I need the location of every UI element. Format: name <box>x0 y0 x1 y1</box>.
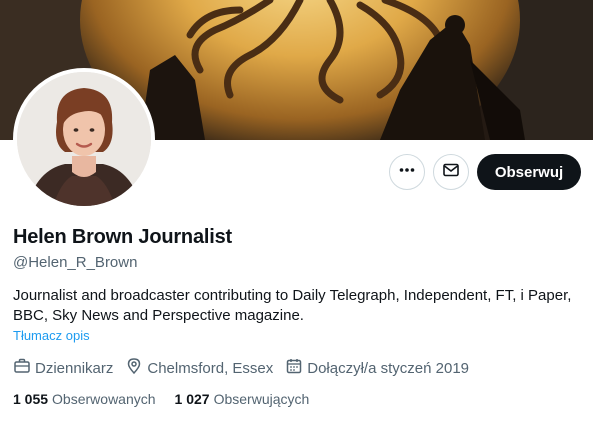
profile-stats: 1 055 Obserwowanych 1 027 Obserwujących <box>13 391 328 407</box>
profession-item: Dziennikarz <box>13 357 113 379</box>
joined-item: Dołączył/a styczeń 2019 <box>285 357 469 379</box>
profile-actions: Obserwuj <box>389 154 581 190</box>
location-item: Chelmsford, Essex <box>125 357 273 379</box>
envelope-icon <box>442 161 460 184</box>
following-link[interactable]: 1 055 Obserwowanych <box>13 391 156 407</box>
user-handle: @Helen_R_Brown <box>13 254 138 271</box>
calendar-icon <box>285 357 307 379</box>
following-count: 1 055 <box>13 391 49 407</box>
joined-label: Dołączył/a styczeń 2019 <box>307 359 469 377</box>
profile-avatar[interactable] <box>13 68 155 210</box>
profile-bio: Journalist and broadcaster contributing … <box>13 287 572 324</box>
more-options-button[interactable] <box>389 154 425 190</box>
followers-label: Obserwujących <box>213 391 310 407</box>
followers-count: 1 027 <box>174 391 210 407</box>
profession-label: Dziennikarz <box>35 359 114 377</box>
followers-link[interactable]: 1 027 Obserwujących <box>175 391 310 407</box>
briefcase-icon <box>13 357 35 379</box>
more-horizontal-icon <box>398 161 416 184</box>
display-name: Helen Brown Journalist <box>13 226 232 248</box>
message-button[interactable] <box>433 154 469 190</box>
translate-bio-link[interactable]: Tłumacz opis <box>13 328 90 343</box>
following-label: Obserwowanych <box>52 391 156 407</box>
location-pin-icon <box>125 357 147 379</box>
location-label: Chelmsford, Essex <box>147 359 274 377</box>
follow-button[interactable]: Obserwuj <box>477 154 581 190</box>
profile-meta: Dziennikarz Chelmsford, Essex Dołączył/a… <box>13 357 481 379</box>
